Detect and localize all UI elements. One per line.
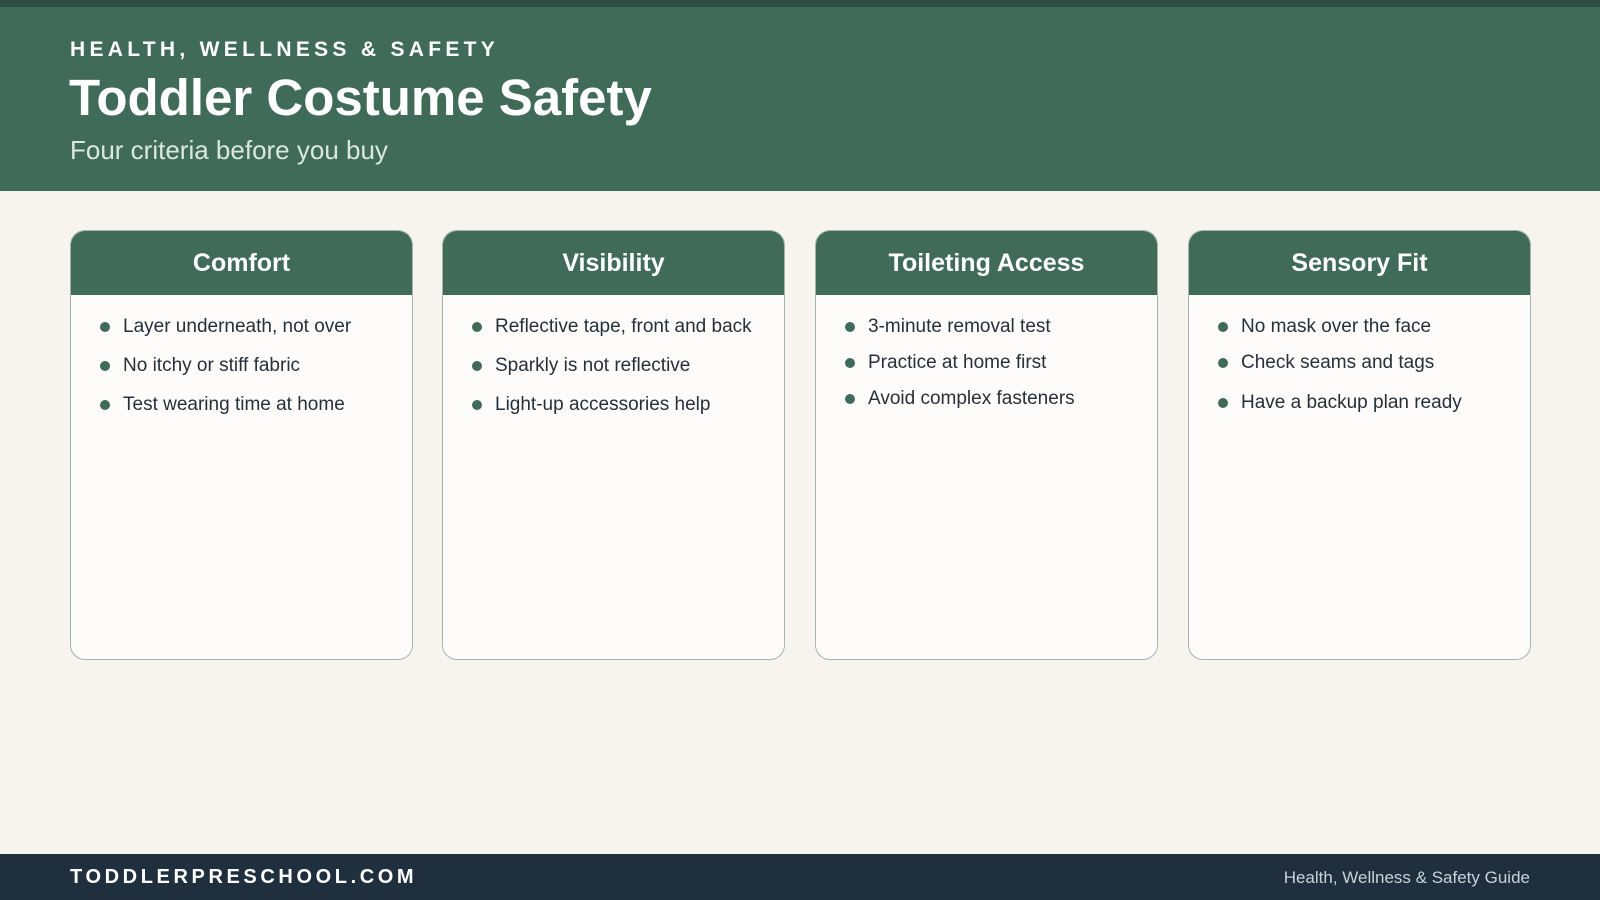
bullet-icon [100,361,110,371]
list-item: Test wearing time at home [100,394,345,416]
criteria-card-sensory-fit: Sensory Fit No mask over the face Check … [1188,230,1531,660]
criteria-card-toileting-access: Toileting Access 3-minute removal test P… [815,230,1158,660]
card-title: Sensory Fit [1189,231,1530,295]
bullet-icon [472,361,482,371]
list-item-text: Practice at home first [868,352,1047,373]
list-item-text: Have a backup plan ready [1241,392,1462,413]
page-header: HEALTH, WELLNESS & SAFETY Toddler Costum… [0,7,1600,191]
list-item: Light-up accessories help [472,394,710,416]
top-accent-strip [0,0,1600,7]
card-title: Comfort [71,231,412,295]
list-item-text: Sparkly is not reflective [495,355,691,376]
list-item: Sparkly is not reflective [472,355,690,377]
card-title: Visibility [443,231,784,295]
list-item: Check seams and tags [1218,352,1434,374]
list-item-text: No itchy or stiff fabric [123,355,301,376]
criteria-card-visibility: Visibility Reflective tape, front and ba… [442,230,785,660]
bullet-icon [472,400,482,410]
card-title: Toileting Access [816,231,1157,295]
list-item: No mask over the face [1218,316,1431,338]
list-item: Avoid complex fasteners [845,388,1075,410]
section-eyebrow: HEALTH, WELLNESS & SAFETY [70,38,500,61]
bullet-icon [1218,398,1228,408]
list-item: Have a backup plan ready [1218,392,1462,414]
bullet-icon [1218,358,1228,368]
list-item-text: 3-minute removal test [868,316,1051,337]
list-item-text: Avoid complex fasteners [868,388,1075,409]
list-item: Layer underneath, not over [100,316,351,338]
bullet-icon [845,394,855,404]
page-footer: TODDLERPRESCHOOL.COM Health, Wellness & … [0,854,1600,900]
list-item: 3-minute removal test [845,316,1051,338]
list-item-text: Layer underneath, not over [123,316,352,337]
list-item-text: Test wearing time at home [123,394,345,415]
footer-guide-label: Health, Wellness & Safety Guide [1283,868,1530,887]
list-item: Reflective tape, front and back [472,316,752,338]
list-item: Practice at home first [845,352,1046,374]
bullet-icon [100,400,110,410]
list-item-text: Check seams and tags [1241,352,1435,373]
page-title: Toddler Costume Safety [69,69,652,126]
list-item-text: No mask over the face [1241,316,1432,337]
bullet-icon [1218,322,1228,332]
list-item: No itchy or stiff fabric [100,355,300,377]
footer-site-brand: TODDLERPRESCHOOL.COM [70,866,418,888]
bullet-icon [845,358,855,368]
criteria-card-comfort: Comfort Layer underneath, not over No it… [70,230,413,660]
list-item-text: Light-up accessories help [495,394,711,415]
bullet-icon [472,322,482,332]
list-item-text: Reflective tape, front and back [495,316,752,337]
bullet-icon [100,322,110,332]
bullet-icon [845,322,855,332]
page-subtitle: Four criteria before you buy [70,135,388,165]
